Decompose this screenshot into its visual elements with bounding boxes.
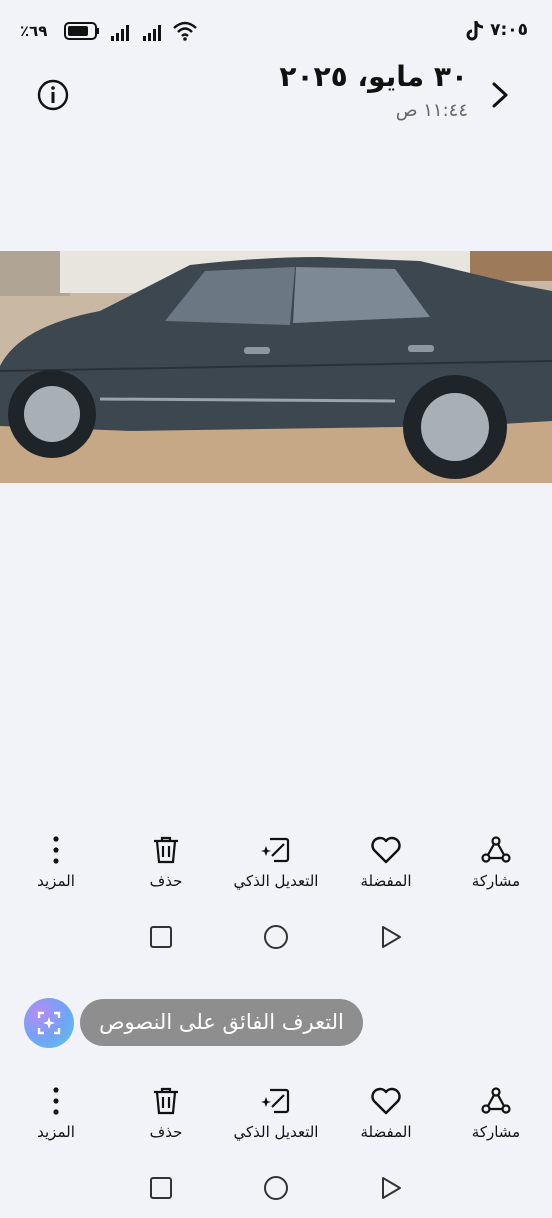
more-vertical-icon — [53, 1087, 59, 1115]
delete-label: حذف — [149, 1123, 183, 1141]
scan-text-icon — [37, 1011, 61, 1035]
share-label: مشاركة — [471, 1123, 521, 1141]
battery-percent: ٪٦٩ — [20, 22, 48, 40]
share-icon — [481, 1087, 511, 1114]
favorite-button[interactable]: المفضلة — [336, 834, 436, 904]
delete-label: حذف — [149, 872, 183, 890]
action-toolbar-top: مشاركة المفضلة التعديل الذكي حذف المزيد — [0, 834, 552, 904]
smart-edit-label: التعديل الذكي — [233, 872, 319, 890]
more-label: المزيد — [37, 872, 75, 890]
trash-icon — [154, 1087, 178, 1115]
status-bar: ٪٦٩ ٧:٠٥ — [0, 0, 552, 64]
delete-button[interactable]: حذف — [116, 834, 216, 904]
share-button-2[interactable]: مشاركة — [446, 1085, 546, 1155]
recents-square-icon[interactable] — [148, 924, 174, 950]
photo-date: ٣٠ مايو، ٢٠٢٥ — [279, 60, 468, 93]
smart-edit-button[interactable]: التعديل الذكي — [226, 834, 326, 904]
action-toolbar-bottom: مشاركة المفضلة التعديل الذكي حذف المزيد — [0, 1085, 552, 1155]
navigation-bar-top — [0, 924, 552, 954]
delete-button-2[interactable]: حذف — [116, 1085, 216, 1155]
info-icon[interactable] — [36, 78, 70, 112]
battery-icon — [64, 22, 99, 40]
recents-square-icon[interactable] — [148, 1175, 174, 1201]
favorite-button-2[interactable]: المفضلة — [336, 1085, 436, 1155]
tiktok-icon — [466, 21, 484, 41]
more-label: المزيد — [37, 1123, 75, 1141]
smart-edit-icon — [261, 837, 290, 863]
more-button[interactable]: المزيد — [6, 834, 106, 904]
chevron-right-icon[interactable] — [488, 80, 512, 110]
share-icon — [481, 836, 511, 863]
home-circle-icon[interactable] — [263, 924, 289, 950]
trash-icon — [154, 836, 178, 864]
back-triangle-icon[interactable] — [378, 924, 404, 950]
heart-icon — [371, 1087, 401, 1115]
smart-edit-icon — [261, 1088, 290, 1114]
heart-icon — [371, 836, 401, 864]
smart-edit-label: التعديل الذكي — [233, 1123, 319, 1141]
signal-icon — [111, 25, 129, 41]
back-triangle-icon[interactable] — [378, 1175, 404, 1201]
text-recognition-button[interactable] — [24, 998, 74, 1048]
favorite-label: المفضلة — [360, 872, 412, 890]
signal-icon-2 — [143, 25, 161, 41]
navigation-bar-bottom — [0, 1175, 552, 1205]
wifi-icon — [173, 21, 197, 41]
smart-edit-button-2[interactable]: التعديل الذكي — [226, 1085, 326, 1155]
status-time: ٧:٠٥ — [490, 20, 528, 40]
photo-image[interactable] — [0, 251, 552, 483]
share-button[interactable]: مشاركة — [446, 834, 546, 904]
more-button-2[interactable]: المزيد — [6, 1085, 106, 1155]
favorite-label: المفضلة — [360, 1123, 412, 1141]
photo-time: ١١:٤٤ ص — [395, 100, 468, 121]
text-recognition-label[interactable]: التعرف الفائق على النصوص — [80, 999, 363, 1046]
share-label: مشاركة — [471, 872, 521, 890]
more-vertical-icon — [53, 836, 59, 864]
home-circle-icon[interactable] — [263, 1175, 289, 1201]
